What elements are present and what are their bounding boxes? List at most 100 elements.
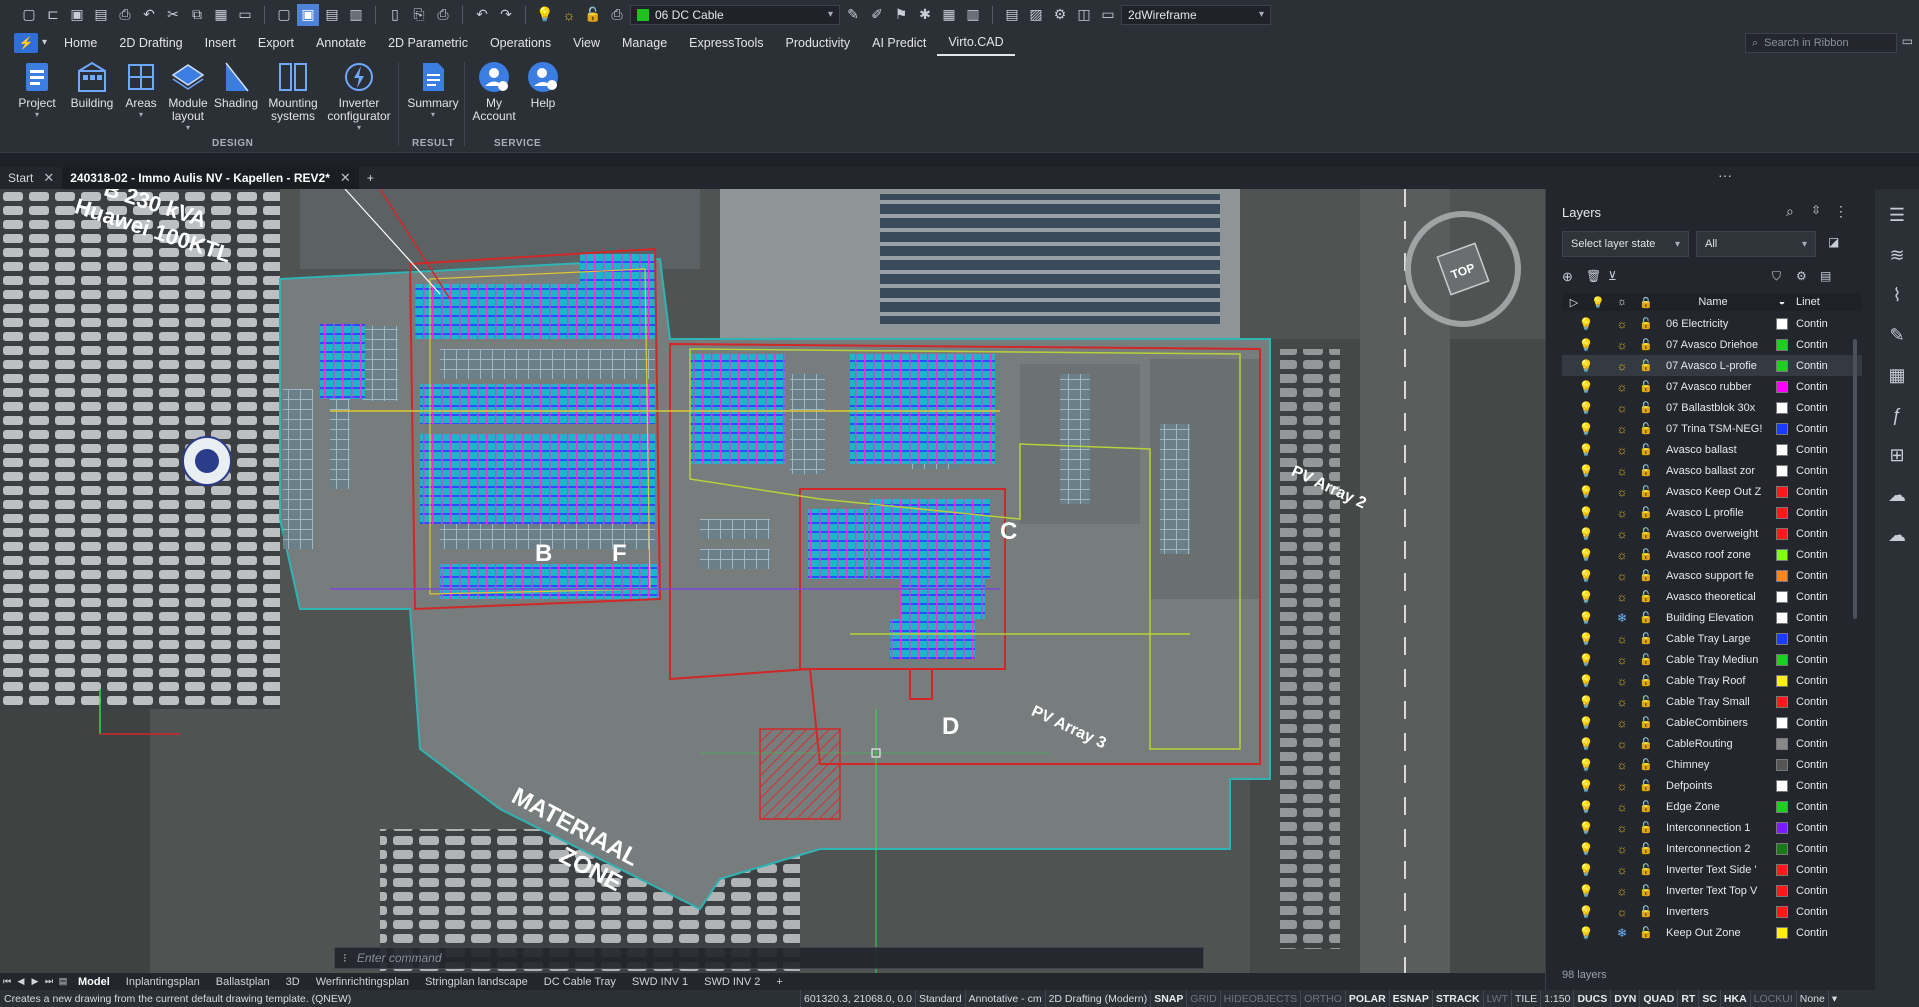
tab-2d-parametric[interactable]: 2D Parametric	[377, 29, 479, 56]
lightbulb-icon[interactable]: 💡	[1562, 569, 1610, 583]
unlock-icon[interactable]: 🔓	[1634, 380, 1658, 393]
printer-icon[interactable]: ⎙	[606, 4, 628, 26]
lightbulb-icon[interactable]: 💡	[1562, 905, 1610, 919]
layer-name[interactable]: Chimney	[1658, 759, 1768, 771]
layout-tab[interactable]: Ballastplan	[208, 976, 278, 988]
unlock-icon[interactable]: 🔓	[1634, 443, 1658, 456]
ribbon-search-input[interactable]: ⌕ Search in Ribbon	[1745, 33, 1897, 53]
layer-linetype[interactable]: Contin	[1796, 717, 1836, 729]
current-layer-dropdown[interactable]: 06 DC Cable ▾	[630, 4, 840, 25]
unlock-icon[interactable]: 🔓	[1634, 800, 1658, 813]
unlock-icon[interactable]: 🔓	[1634, 821, 1658, 834]
lightbulb-icon[interactable]: 💡	[1562, 422, 1610, 436]
layer-row[interactable]: 💡 ☼ 🔓 Avasco theoretical Contin	[1562, 586, 1862, 607]
layer-linetype[interactable]: Contin	[1796, 654, 1836, 666]
lock-icon[interactable]: 🔒	[1634, 296, 1658, 309]
layout-tab[interactable]: SWD INV 1	[624, 976, 696, 988]
unlock-icon[interactable]: 🔓	[1634, 737, 1658, 750]
plot-icon[interactable]: ▭	[234, 4, 256, 26]
minimize-ribbon-icon[interactable]: ▭	[1902, 34, 1913, 48]
layer-name[interactable]: Building Elevation	[1658, 612, 1768, 624]
snowflake-icon[interactable]: ❄	[1610, 926, 1634, 940]
layer-settings-icon[interactable]: ⚙	[1796, 269, 1807, 283]
layer-linetype[interactable]: Contin	[1796, 738, 1836, 750]
layer-linetype[interactable]: Contin	[1796, 591, 1836, 603]
layer-name[interactable]: 07 Avasco rubber	[1658, 381, 1768, 393]
layer-linetype[interactable]: Contin	[1796, 780, 1836, 792]
snowflake-icon[interactable]: ❄	[1610, 611, 1634, 625]
layer-color-swatch[interactable]	[1776, 359, 1788, 372]
layer-row[interactable]: 💡 ☼ 🔓 Cable Tray Large Contin	[1562, 628, 1862, 649]
shading-button[interactable]: Shading	[207, 60, 265, 110]
layout-tab[interactable]: Werfinrichtingsplan	[308, 976, 417, 988]
status-toggle[interactable]: QUAD	[1639, 990, 1677, 1007]
layer-name[interactable]: Interconnection 2	[1658, 843, 1768, 855]
undo-icon[interactable]: ↶	[138, 4, 160, 26]
lightbulb-icon[interactable]: 💡	[1562, 863, 1610, 877]
unlock-icon[interactable]: 🔓	[1634, 632, 1658, 645]
unlock-icon[interactable]: 🔓	[1634, 359, 1658, 372]
layer-color-swatch[interactable]	[1776, 485, 1788, 498]
camera-icon[interactable]: ◫	[1073, 4, 1095, 26]
layout-icon[interactable]: ▥	[345, 4, 367, 26]
layer-color-swatch[interactable]	[1776, 884, 1788, 897]
layer-color-swatch[interactable]	[1776, 380, 1788, 393]
command-input[interactable]: Enter command	[357, 951, 442, 965]
unlock-icon[interactable]: 🔓	[1634, 779, 1658, 792]
layer-color-swatch[interactable]	[1776, 422, 1788, 435]
sun-icon[interactable]: ☼	[1610, 632, 1634, 646]
layer-color-swatch[interactable]	[1776, 905, 1788, 918]
draw-icon[interactable]: ✎	[1883, 321, 1911, 349]
status-toggle[interactable]: GRID	[1186, 990, 1219, 1007]
open-icon[interactable]: ⊏	[42, 4, 64, 26]
layer-linetype[interactable]: Contin	[1796, 339, 1836, 351]
layer-linetype[interactable]: Contin	[1796, 843, 1836, 855]
close-icon[interactable]: ✕	[340, 170, 351, 186]
layer-name[interactable]: Avasco support fe	[1658, 570, 1768, 582]
layer-name[interactable]: Cable Tray Small	[1658, 696, 1768, 708]
sun-icon[interactable]: ☼	[1610, 527, 1634, 541]
status-toggle[interactable]: RT	[1677, 990, 1698, 1007]
lightbulb-icon[interactable]: 💡	[1562, 758, 1610, 772]
project-button[interactable]: Project ▾	[8, 60, 66, 119]
layers-icon[interactable]: ≋	[1883, 241, 1911, 269]
tab-virto-cad[interactable]: Virto.CAD	[937, 29, 1015, 56]
layer-color-swatch[interactable]	[1776, 317, 1788, 330]
unlock-icon[interactable]: 🔓	[1634, 926, 1658, 939]
sun-icon[interactable]: ☼	[1610, 359, 1634, 373]
lightbulb-icon[interactable]: 💡	[1562, 611, 1610, 625]
layer-name[interactable]: 06 Electricity	[1658, 318, 1768, 330]
layer-color-swatch[interactable]	[1776, 401, 1788, 414]
layer-color-swatch[interactable]	[1776, 674, 1788, 687]
layer-color-swatch[interactable]	[1776, 632, 1788, 645]
lightbulb-icon[interactable]: 💡	[1562, 338, 1610, 352]
layer-color-swatch[interactable]	[1776, 842, 1788, 855]
tab-expresstools[interactable]: ExpressTools	[678, 29, 774, 56]
layer-walk-icon[interactable]: ▥	[962, 4, 984, 26]
layout-tab[interactable]: 3D	[278, 976, 308, 988]
layer-linetype[interactable]: Contin	[1796, 570, 1836, 582]
layer-color-swatch[interactable]	[1776, 611, 1788, 624]
unlock-icon[interactable]: 🔓	[1634, 527, 1658, 540]
unlock-icon[interactable]: 🔓	[1634, 569, 1658, 582]
doc-tab-active[interactable]: 240318-02 - Immo Aulis NV - Kapellen - R…	[62, 167, 359, 189]
new-layer-icon[interactable]: ⊕	[1562, 269, 1573, 285]
match-layer-icon[interactable]: ✎	[842, 4, 864, 26]
lightbulb-icon[interactable]: 💡	[1562, 527, 1610, 541]
status-toggle[interactable]: HKA	[1719, 990, 1750, 1007]
unlock-icon[interactable]: 🔓	[1634, 695, 1658, 708]
lightbulb-icon[interactable]: 💡	[1562, 821, 1610, 835]
layer-linetype[interactable]: Contin	[1796, 633, 1836, 645]
lightbulb-icon[interactable]: 💡	[1562, 380, 1610, 394]
layer-linetype[interactable]: Contin	[1796, 822, 1836, 834]
status-toggle[interactable]: DYN	[1610, 990, 1639, 1007]
layer-color-swatch[interactable]	[1776, 779, 1788, 792]
new-layout-icon[interactable]: ▢	[273, 4, 295, 26]
layer-color-swatch[interactable]	[1776, 758, 1788, 771]
grid-icon[interactable]: ▦	[1883, 361, 1911, 389]
prev-tab-icon[interactable]: ◀	[14, 975, 28, 989]
unlock-icon[interactable]: 🔓	[1634, 548, 1658, 561]
layer-name[interactable]: Inverters	[1658, 906, 1768, 918]
layer-linetype[interactable]: Contin	[1796, 507, 1836, 519]
lightbulb-icon[interactable]: 💡	[1562, 884, 1610, 898]
